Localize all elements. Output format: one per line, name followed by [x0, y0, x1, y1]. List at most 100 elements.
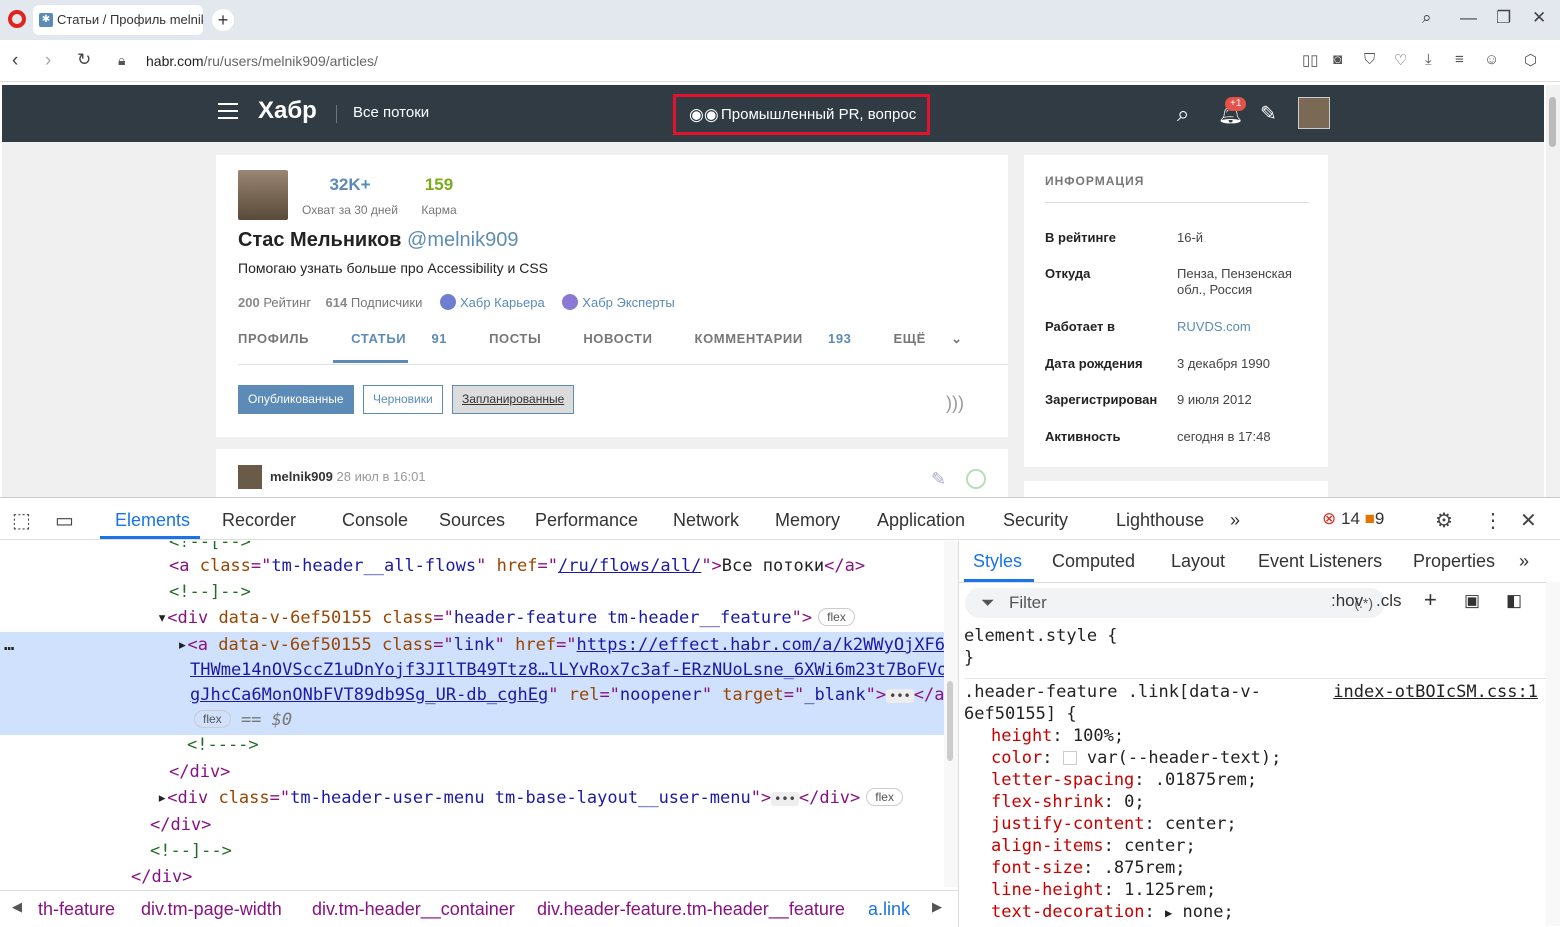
tab-recorder[interactable]: Recorder [222, 510, 296, 531]
href-link[interactable]: gJhcCa6MonONbFVT89db9Sg_UR-db_cghEg [190, 685, 548, 705]
href-link[interactable]: /ru/flows/all/ [558, 556, 701, 576]
node-actions-icon[interactable]: … [4, 635, 14, 655]
snapshot-icon[interactable]: ◙ [1333, 51, 1342, 68]
tab-comments[interactable]: КОММЕНТАРИИ 193 [695, 331, 873, 346]
tree-line-selected[interactable]: THWme14nOVSccZ1uDnYojf3JIlTB49Ttz8…lLYvR… [0, 657, 944, 683]
filter-published-button[interactable]: Опубликованные [238, 385, 354, 414]
habr-logo[interactable]: Хабр [258, 97, 317, 125]
subscribers-link[interactable]: Подписчики [351, 295, 423, 310]
tab-console[interactable]: Console [342, 510, 408, 531]
author-avatar[interactable] [238, 465, 262, 489]
more-tabs-icon[interactable]: » [1519, 551, 1529, 572]
breadcrumb-right-arrow[interactable]: ▶ [932, 899, 942, 915]
easy-setup-icon[interactable]: ≡ [1455, 51, 1464, 68]
opera-logo-icon[interactable] [8, 10, 26, 28]
tab-elements[interactable]: Elements [115, 510, 190, 531]
minimize-button[interactable]: — [1460, 8, 1477, 28]
career-link[interactable]: Хабр Карьера [460, 295, 545, 310]
tree-line[interactable]: <!--]--> [0, 838, 944, 864]
company-link[interactable]: RUVDS.com [1177, 319, 1307, 335]
tab-security[interactable]: Security [1003, 510, 1068, 531]
page-scrollbar-thumb[interactable] [1549, 97, 1556, 147]
tab-application[interactable]: Application [877, 510, 965, 531]
heart-icon[interactable]: ♡ [1394, 51, 1407, 69]
css-decl[interactable]: height: 100%; [991, 725, 1554, 747]
more-options-icon[interactable]: ⋮ [1483, 508, 1503, 533]
tab-news[interactable]: НОВОСТИ [583, 331, 673, 346]
tree-line[interactable]: <!----> [0, 732, 944, 758]
tree-line[interactable]: <a class="tm-header__all-flows" href="/r… [0, 553, 944, 579]
pencil-icon[interactable]: ✎ [1260, 101, 1277, 126]
flex-badge[interactable]: flex [818, 608, 855, 626]
element-style-selector[interactable]: element.style { [964, 625, 1554, 647]
filter-scheduled-button[interactable]: Запланированные [452, 385, 575, 414]
href-link[interactable]: THWme14nOVSccZ1uDnYojf3JIlTB49Ttz8…lLYvR… [190, 660, 944, 680]
menu-burger-icon[interactable] [218, 103, 238, 119]
filter-drafts-button[interactable]: Черновики [363, 385, 443, 414]
settings-gear-icon[interactable]: ⚙ [1435, 508, 1453, 533]
breadcrumb-item[interactable]: div.tm-page-width [141, 899, 282, 920]
new-rule-plus-icon[interactable]: + [1424, 587, 1437, 613]
experts-link[interactable]: Хабр Эксперты [582, 295, 674, 310]
url-field[interactable]: habr.com/ru/users/melnik909/articles/ [146, 53, 378, 69]
download-icon[interactable]: ⤓ [1425, 51, 1432, 68]
tree-line-selected[interactable]: … ▸<a data-v-6ef50155 class="link" href="… [0, 632, 944, 658]
new-tab-button[interactable]: + [212, 9, 234, 31]
collapse-triangle-icon[interactable]: ▸ [157, 788, 167, 808]
reload-button[interactable]: ↻ [77, 50, 91, 70]
forward-button[interactable]: › [45, 50, 51, 72]
css-decl[interactable]: flex-shrink: 0; [991, 791, 1554, 813]
hov-button[interactable]: :hov [1331, 591, 1363, 611]
tree-line-selected[interactable]: flex == $0 [0, 707, 944, 733]
rss-icon[interactable]: ))) [946, 393, 964, 414]
tab-more[interactable]: ЕЩЁ ⌄ [894, 331, 984, 346]
reader-icon[interactable]: ▯▯ [1302, 51, 1319, 69]
tab-layout[interactable]: Layout [1171, 551, 1225, 572]
color-swatch[interactable] [1062, 751, 1077, 765]
tree-line[interactable]: ▾<div data-v-6ef50155 class="header-feat… [0, 605, 944, 631]
author-link[interactable]: melnik909 [270, 469, 333, 484]
styles-scrollbar[interactable] [1546, 582, 1560, 926]
search-tabs-icon[interactable]: ⌕ [1422, 8, 1432, 28]
breadcrumb-item[interactable]: div.header-feature.tm-header__feature [537, 899, 845, 920]
flex-badge[interactable]: flex [866, 788, 903, 806]
tree-line[interactable]: <!--]--> [0, 579, 944, 605]
paint-icon[interactable]: ▣ [1464, 591, 1480, 611]
header-feature-link[interactable]: ◉◉ Промышленный PR, вопрос [673, 94, 930, 135]
tree-line[interactable]: </div> [0, 759, 944, 785]
styles-filter-input[interactable]: ⏷ Filter (.*) [965, 588, 1385, 618]
page-scrollbar[interactable] [1546, 85, 1560, 497]
profile-icon[interactable]: ☺ [1484, 51, 1499, 68]
flex-badge[interactable]: flex [194, 710, 231, 728]
tree-scrollbar[interactable] [944, 541, 958, 887]
search-icon[interactable]: ⌕ [1177, 101, 1189, 127]
close-window-button[interactable]: ✕ [1532, 8, 1546, 28]
css-decl[interactable]: justify-content: center; [991, 813, 1554, 835]
browser-tab[interactable]: ✱ Статьи / Профиль melnik [33, 5, 203, 35]
tree-line[interactable]: </div> [0, 812, 944, 838]
href-link[interactable]: https://effect.habr.com/a/k2WWyOjXF6 [577, 635, 944, 655]
css-decl[interactable]: font-size: .875rem; [991, 857, 1554, 879]
tab-profile[interactable]: ПРОФИЛЬ [238, 331, 330, 346]
inspect-element-icon[interactable]: ⬚ [12, 508, 31, 533]
css-decl[interactable]: align-items: center; [991, 835, 1554, 857]
css-decl[interactable]: letter-spacing: .01875rem; [991, 769, 1554, 791]
breadcrumb-item-current[interactable]: a.link [868, 899, 910, 920]
tab-memory[interactable]: Memory [775, 510, 840, 531]
shield-icon[interactable]: ⛉ [1364, 51, 1375, 68]
all-flows-link[interactable]: Все потоки [353, 104, 429, 121]
sidebar-toggle-icon[interactable]: ◧ [1506, 591, 1522, 611]
tab-network[interactable]: Network [673, 510, 739, 531]
back-button[interactable]: ‹ [12, 50, 18, 72]
tab-computed[interactable]: Computed [1052, 551, 1135, 572]
expand-triangle-icon[interactable]: ▶ [1165, 906, 1172, 920]
breadcrumb-item[interactable]: div.tm-header__container [312, 899, 515, 920]
maximize-button[interactable]: ❐ [1496, 8, 1511, 28]
stylesheet-link[interactable]: index-otBOIcSM.css:1 [1333, 681, 1538, 703]
css-decl[interactable]: text-decoration: ▶ none; [991, 901, 1554, 924]
tab-sources[interactable]: Sources [439, 510, 505, 531]
ellipsis-badge[interactable]: ••• [771, 792, 799, 806]
tab-event-listeners[interactable]: Event Listeners [1258, 551, 1382, 572]
expand-triangle-icon[interactable]: ▾ [157, 608, 167, 628]
user-avatar[interactable] [1298, 97, 1330, 129]
